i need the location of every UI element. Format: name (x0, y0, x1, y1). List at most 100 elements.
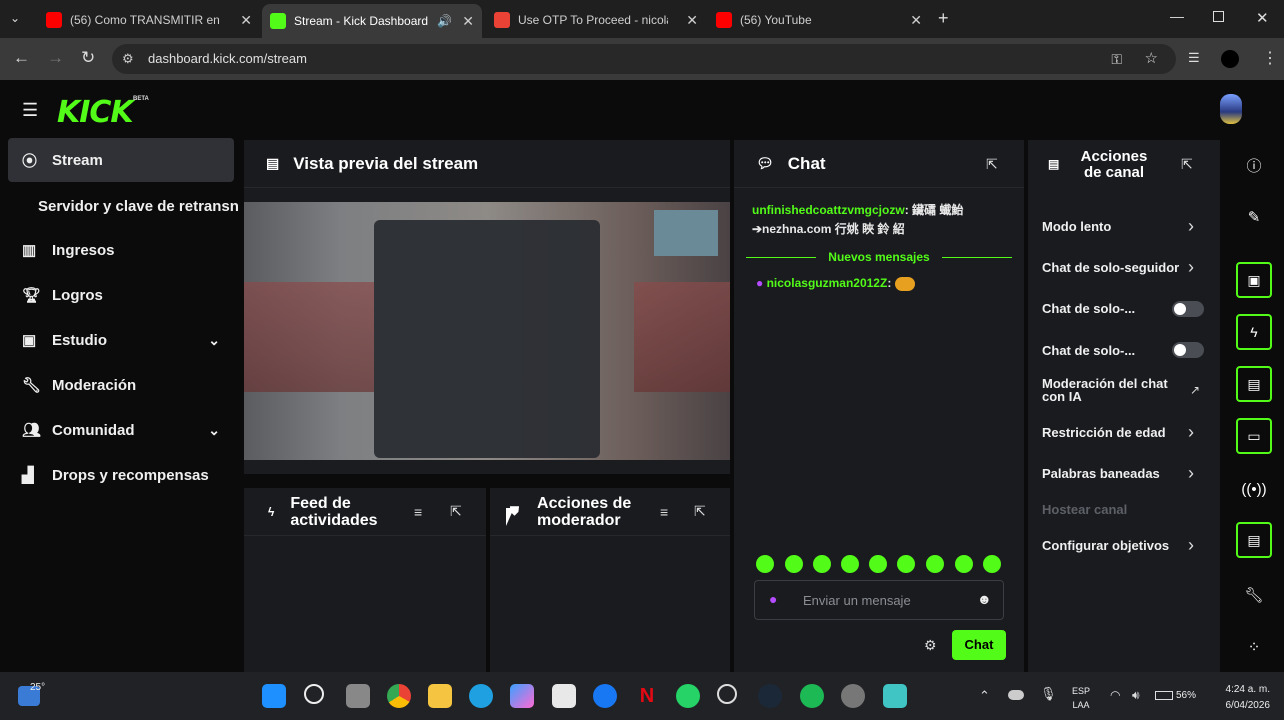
rail-activity-feed-button[interactable]: ϟ (1236, 314, 1272, 350)
microphone-tray-icon[interactable]: 🎙︎ (1040, 686, 1057, 702)
sidebar-item-servidor[interactable]: Servidor y clave de retransn (8, 184, 248, 228)
close-icon[interactable]: ✕ (686, 12, 698, 29)
sidebar-item-drops[interactable]: ▟ Drops y recompensas (8, 453, 234, 497)
layout-icon[interactable]: ⁘ (1236, 632, 1272, 662)
restore-button[interactable] (1213, 11, 1224, 22)
bookmark-star-icon[interactable]: ☆ (1145, 44, 1158, 74)
sidebar-item-logros[interactable]: 🏆︎ Logros (8, 273, 234, 317)
info-icon[interactable]: ⓘ (1236, 150, 1272, 180)
chat-username[interactable]: unfinishedcoattzvmgcjozw (752, 203, 905, 217)
back-button[interactable]: ← (13, 48, 30, 68)
file-explorer-icon[interactable] (428, 684, 452, 708)
sidebar-item-moderacion[interactable]: 🔧︎ Moderación (8, 363, 234, 407)
kick-logo[interactable]: KICK (57, 95, 134, 130)
filter-icon[interactable]: ≡ (414, 504, 422, 520)
store-icon[interactable] (552, 684, 576, 708)
rail-mod-actions-button[interactable]: ▤ (1236, 366, 1272, 402)
wrench-icon[interactable]: 🔧︎ (1236, 580, 1272, 610)
emoji-icon[interactable]: ☻ (977, 591, 992, 607)
close-window-button[interactable]: ✕ (1256, 9, 1269, 27)
filter-icon[interactable]: ≡ (660, 504, 668, 520)
emote-only-toggle[interactable] (1172, 342, 1204, 358)
edge-icon[interactable] (469, 684, 493, 708)
tray-chevron-icon[interactable]: ⌃ (979, 688, 990, 704)
goals-row[interactable]: Configurar objetivos (1042, 538, 1212, 553)
netflix-icon[interactable]: N (635, 684, 659, 708)
site-settings-icon[interactable]: ⚙ (122, 44, 134, 74)
sidebar-item-stream[interactable]: ⦿ Stream (8, 138, 234, 182)
emote-icon[interactable] (785, 555, 803, 573)
volume-icon[interactable]: 🔊︎ (1132, 688, 1140, 703)
hamburger-menu-icon[interactable]: ☰ (22, 100, 38, 121)
chevron-right-icon[interactable]: › (1188, 257, 1194, 278)
minimize-button[interactable]: — (1170, 8, 1184, 24)
address-bar[interactable]: ⚙ dashboard.kick.com/stream ⚿ ☆ (112, 44, 1176, 74)
language-indicator[interactable]: ESP LAA (1070, 684, 1092, 712)
sidebar-item-comunidad[interactable]: 👥︎ Comunidad ⌄ (8, 408, 234, 452)
clock-time[interactable]: 4:24 a. m. (1212, 684, 1270, 695)
banned-words-row[interactable]: Palabras baneadas (1042, 466, 1212, 481)
steam-icon[interactable] (758, 684, 782, 708)
edit-icon[interactable]: ✎ (1236, 202, 1272, 232)
broadcast-icon[interactable]: ((•)) (1236, 474, 1272, 504)
password-key-icon[interactable]: ⚿ (1111, 44, 1122, 74)
tab-kick-dashboard[interactable]: Stream - Kick Dashboard 🔊 ✕ (262, 4, 482, 38)
chrome-icon[interactable] (387, 684, 411, 708)
popout-icon[interactable]: ⇱ (694, 503, 706, 520)
slow-mode-row[interactable]: Modo lento (1042, 219, 1212, 234)
followers-only-row[interactable]: Chat de solo-seguidor (1042, 260, 1184, 275)
spotify-icon[interactable] (800, 684, 824, 708)
stream-preview-video[interactable] (244, 202, 730, 474)
emote-icon[interactable] (955, 555, 973, 573)
tab-youtube[interactable]: (56) YouTube ✕ (708, 6, 930, 34)
clock-app-icon[interactable] (717, 684, 737, 704)
tab-gmail-otp[interactable]: Use OTP To Proceed - nicolasgu ✕ (486, 6, 706, 34)
rail-channel-actions-button[interactable]: ▤ (1236, 522, 1272, 558)
chat-input[interactable]: ● Enviar un mensaje ☻ (754, 580, 1004, 620)
facebook-icon[interactable] (593, 684, 617, 708)
tab-search-icon[interactable]: ⌄ (10, 11, 20, 25)
sidebar-item-ingresos[interactable]: ▥ Ingresos (8, 228, 234, 272)
copilot-icon[interactable] (510, 684, 534, 708)
chevron-right-icon[interactable]: › (1188, 216, 1194, 237)
close-icon[interactable]: ✕ (240, 12, 252, 29)
emote-icon[interactable] (841, 555, 859, 573)
windows-start-icon[interactable] (262, 684, 286, 708)
chevron-right-icon[interactable]: › (1188, 463, 1194, 484)
profile-avatar[interactable] (1221, 50, 1239, 68)
popout-icon[interactable]: ⇱ (1181, 156, 1193, 173)
clock-date[interactable]: 6/04/2026 (1212, 700, 1271, 711)
emote-icon[interactable] (926, 555, 944, 573)
tab-youtube-transmitir[interactable]: (56) Como TRANSMITIR en KICK ✕ (38, 6, 260, 34)
onedrive-icon[interactable] (1008, 690, 1024, 700)
chevron-right-icon[interactable]: › (1188, 422, 1194, 443)
chat-send-button[interactable]: Chat (952, 630, 1006, 660)
reading-list-icon[interactable]: ☰ (1188, 50, 1200, 66)
search-icon[interactable] (304, 684, 324, 704)
sub-only-toggle[interactable] (1172, 301, 1204, 317)
rail-chat-button[interactable]: ▭ (1236, 418, 1272, 454)
popout-icon[interactable]: ⇱ (986, 156, 998, 173)
chat-username[interactable]: nicolasguzman2012Z (767, 276, 888, 290)
capcut-icon[interactable] (883, 684, 907, 708)
rail-stream-preview-button[interactable]: ▣ (1236, 262, 1272, 298)
menu-icon[interactable]: ⋮ (1262, 48, 1278, 68)
battery-icon[interactable] (1155, 691, 1173, 700)
age-restriction-row[interactable]: Restricción de edad (1042, 425, 1212, 440)
whatsapp-icon[interactable] (676, 684, 700, 708)
user-avatar[interactable] (1220, 94, 1242, 124)
emote-icon[interactable] (813, 555, 831, 573)
ai-moderation-row[interactable]: Moderación del chat con IA (1042, 377, 1182, 403)
external-link-icon[interactable]: ↗ (1190, 383, 1200, 397)
sidebar-item-estudio[interactable]: ▣ Estudio ⌄ (8, 318, 234, 362)
settings-icon[interactable] (841, 684, 865, 708)
emote-icon[interactable] (897, 555, 915, 573)
task-view-icon[interactable] (346, 684, 370, 708)
popout-icon[interactable]: ⇱ (450, 503, 462, 520)
emote-icon[interactable] (869, 555, 887, 573)
speaker-icon[interactable]: 🔊 (437, 14, 452, 28)
emote-icon[interactable] (983, 555, 1001, 573)
reload-button[interactable]: ↻ (81, 48, 95, 68)
forward-button[interactable]: → (47, 48, 64, 68)
chat-settings-icon[interactable]: ⚙ (924, 637, 937, 654)
